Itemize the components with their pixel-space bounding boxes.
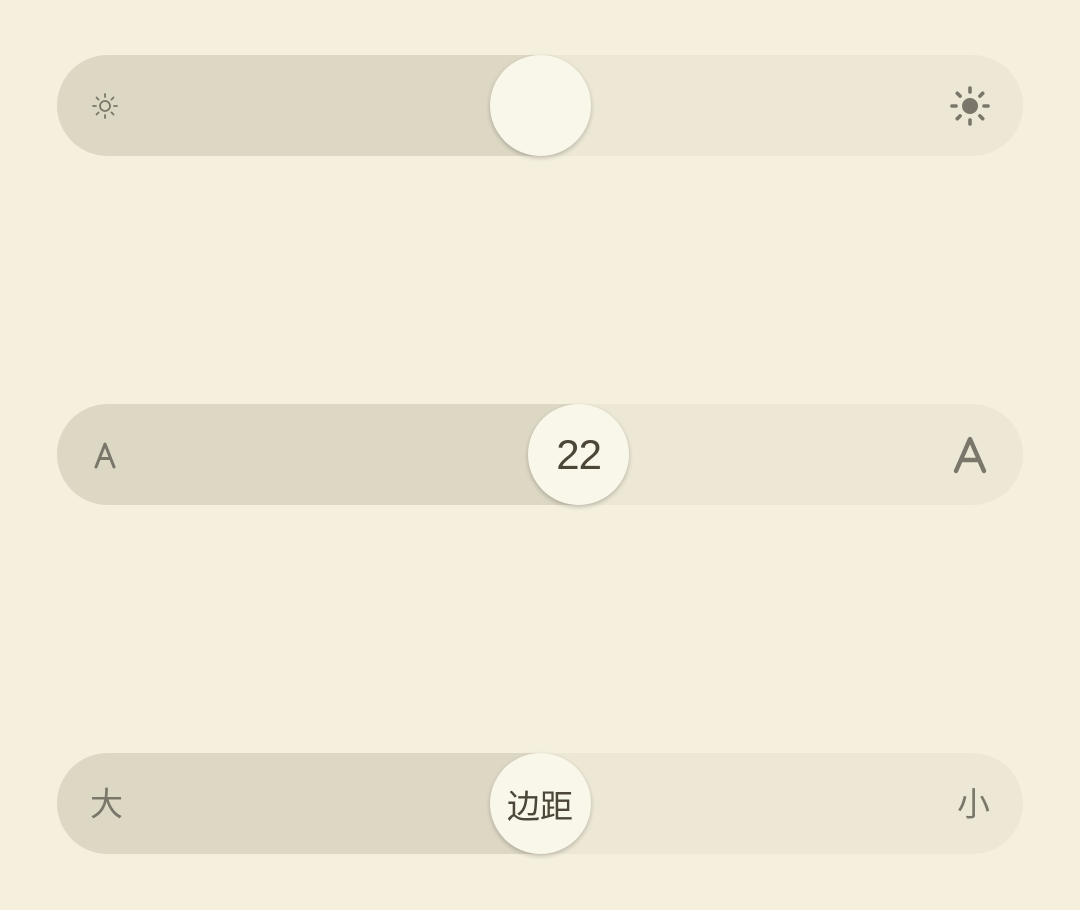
margin-slider[interactable]: 大 小 边距 — [57, 753, 1023, 854]
font-size-slider[interactable]: 22 — [57, 404, 1023, 505]
brightness-slider-thumb[interactable] — [489, 55, 591, 156]
font-size-value: 22 — [556, 430, 602, 478]
sun-small-icon — [91, 92, 119, 120]
font-size-slider-fill — [57, 404, 579, 505]
sun-large-icon — [949, 85, 991, 127]
margin-thumb[interactable]: 边距 — [489, 753, 591, 854]
brightness-slider-fill — [57, 55, 540, 156]
brightness-slider[interactable] — [57, 55, 1023, 156]
letter-a-small-icon — [93, 441, 117, 469]
font-size-thumb[interactable]: 22 — [528, 404, 630, 505]
margin-large-label: 大 — [90, 784, 123, 823]
margin-thumb-label: 边距 — [507, 786, 573, 826]
margin-small-label: 小 — [957, 784, 990, 823]
letter-a-large-icon — [953, 436, 987, 474]
margin-slider-fill — [57, 753, 540, 854]
